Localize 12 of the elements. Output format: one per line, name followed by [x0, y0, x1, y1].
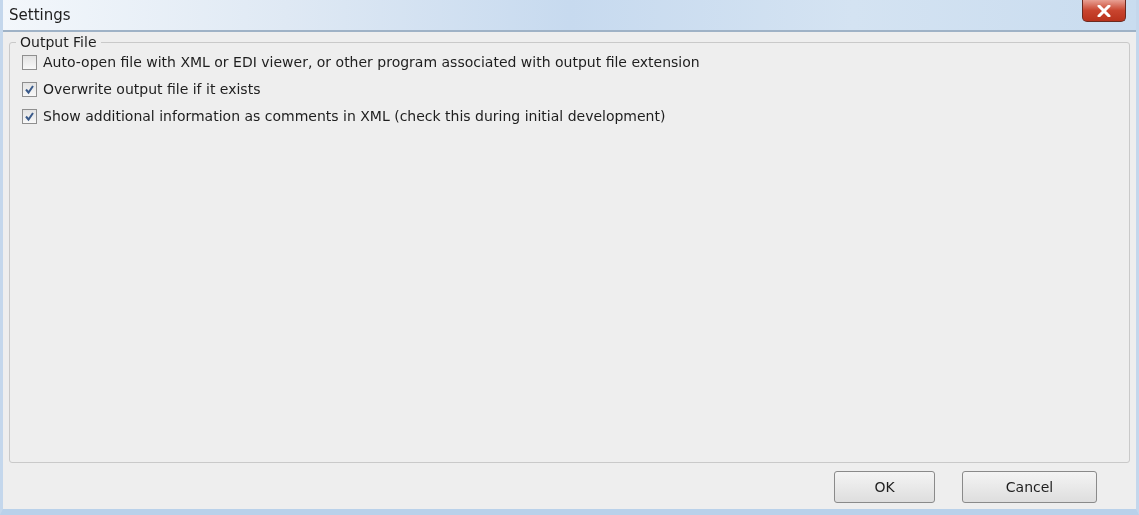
checkbox-label: Auto-open file with XML or EDI viewer, or other program associated with output file extension	[43, 54, 700, 70]
cancel-button[interactable]: Cancel	[962, 471, 1097, 503]
checkbox[interactable]	[22, 81, 37, 97]
checkbox[interactable]	[22, 108, 37, 124]
window-title: Settings	[9, 6, 71, 24]
close-icon	[1097, 4, 1111, 17]
ok-button[interactable]: OK	[834, 471, 935, 503]
checkbox-label: Overwrite output file if it exists	[43, 81, 261, 97]
close-button[interactable]	[1082, 0, 1126, 22]
checkbox-label: Show additional information as comments in XML (check this during initial development)	[43, 108, 666, 124]
checkbox[interactable]	[22, 54, 37, 70]
group-title: Output File	[19, 34, 98, 50]
